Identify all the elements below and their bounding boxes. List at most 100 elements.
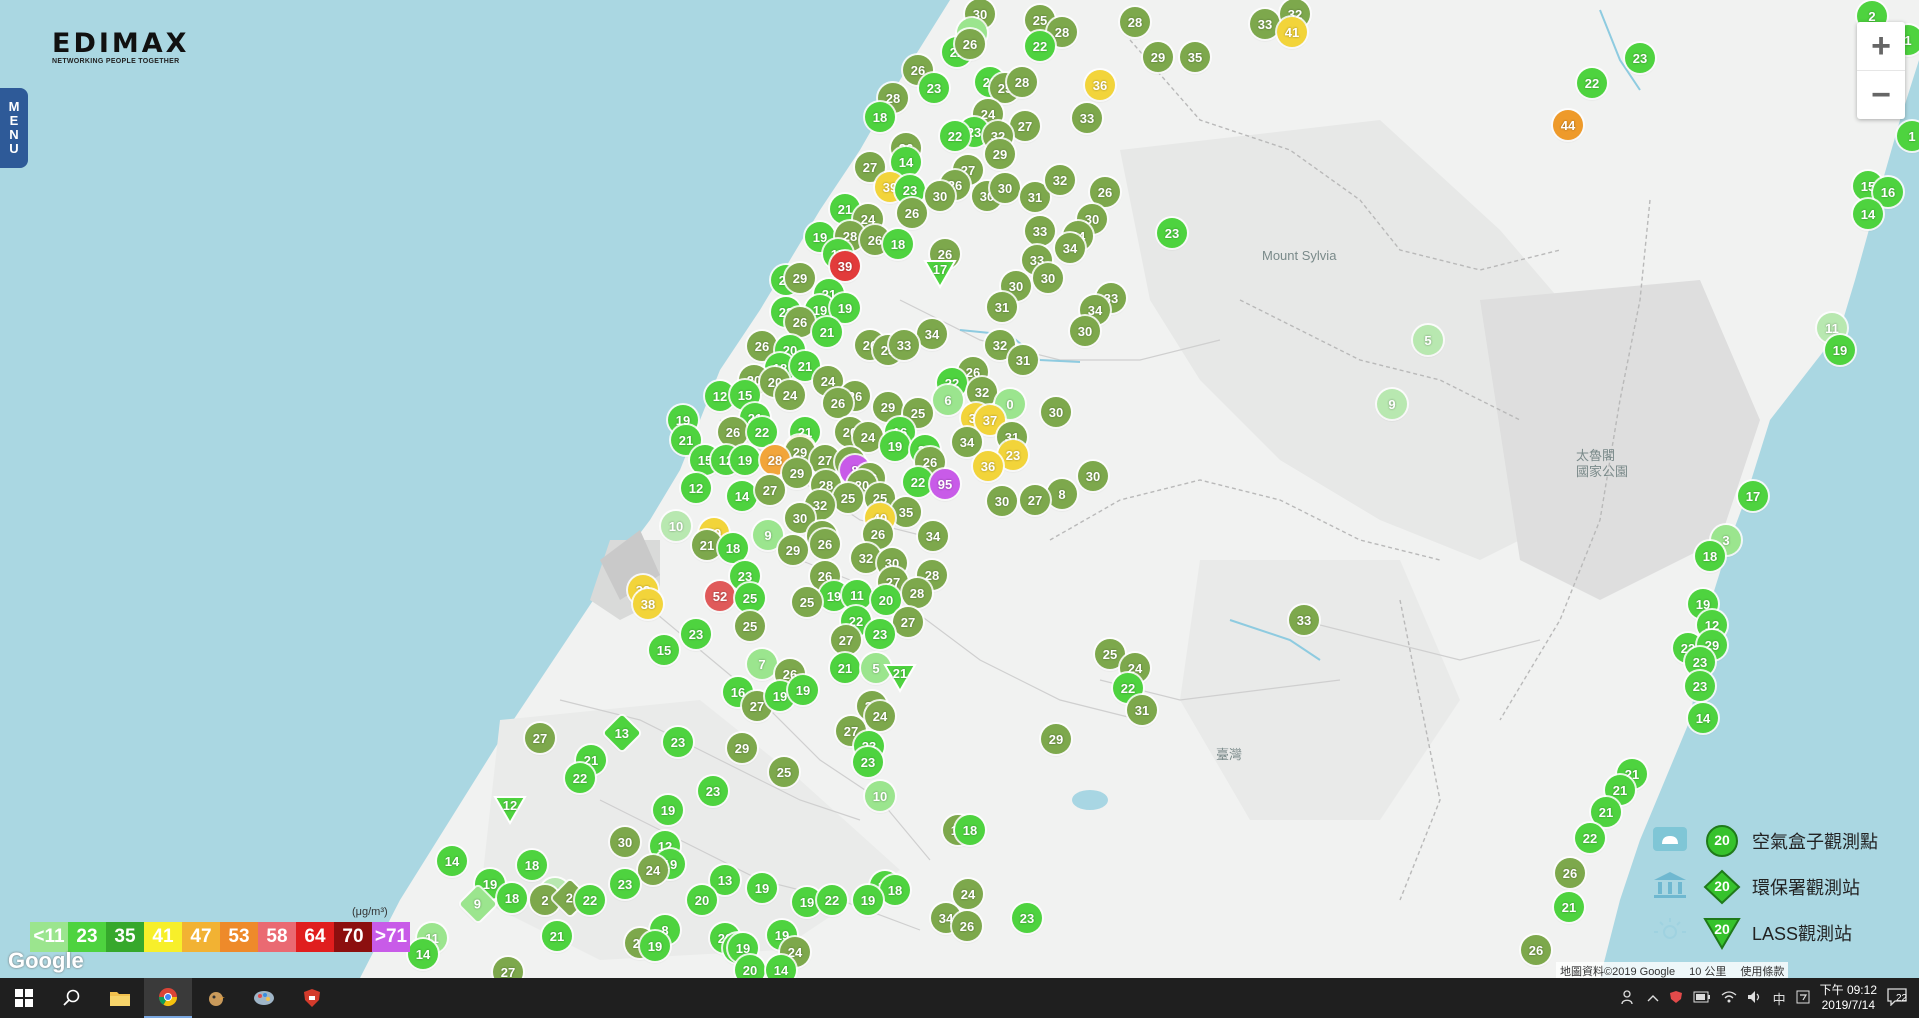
airbox-marker[interactable]: 34 bbox=[917, 319, 947, 349]
people-icon[interactable] bbox=[1620, 989, 1637, 1008]
airbox-marker[interactable]: 30 bbox=[925, 181, 955, 211]
airbox-marker[interactable]: 30 bbox=[987, 486, 1017, 516]
airbox-marker[interactable]: 9 bbox=[1377, 389, 1407, 419]
airbox-marker[interactable]: 27 bbox=[755, 475, 785, 505]
app-icon-paint[interactable] bbox=[240, 978, 288, 1018]
airbox-marker[interactable]: 19 bbox=[788, 675, 818, 705]
airbox-marker[interactable]: 35 bbox=[891, 497, 921, 527]
airbox-marker[interactable]: 20 bbox=[687, 885, 717, 915]
airbox-marker[interactable]: 34 bbox=[918, 521, 948, 551]
file-explorer-icon[interactable] bbox=[96, 978, 144, 1018]
ime-indicator[interactable]: 中 bbox=[1773, 989, 1786, 1008]
airbox-marker[interactable]: 24 bbox=[853, 422, 883, 452]
airbox-marker[interactable]: 18 bbox=[865, 102, 895, 132]
airbox-marker[interactable]: 20 bbox=[735, 955, 765, 978]
airbox-marker[interactable]: 29 bbox=[785, 263, 815, 293]
windows-start-icon[interactable] bbox=[0, 978, 48, 1018]
airbox-marker[interactable]: 19 bbox=[747, 873, 777, 903]
map-canvas[interactable]: Mount Sylvia 太魯閣 國家公園 臺灣 302528283332415… bbox=[0, 0, 1919, 978]
airbox-marker[interactable]: 19 bbox=[880, 431, 910, 461]
airbox-marker[interactable]: 8 bbox=[1047, 479, 1077, 509]
airbox-marker[interactable]: 26 bbox=[785, 307, 815, 337]
airbox-marker[interactable]: 19 bbox=[853, 885, 883, 915]
airbox-marker[interactable]: 25 bbox=[735, 611, 765, 641]
menu-tab[interactable]: MENU bbox=[0, 88, 28, 168]
airbox-marker[interactable]: 23 bbox=[865, 619, 895, 649]
airbox-marker[interactable]: 38 bbox=[633, 589, 663, 619]
airbox-marker[interactable]: 26 bbox=[718, 417, 748, 447]
airbox-marker[interactable]: 22 bbox=[817, 885, 847, 915]
airbox-marker[interactable]: 18 bbox=[880, 875, 910, 905]
airbox-marker[interactable]: 22 bbox=[1575, 823, 1605, 853]
airbox-marker[interactable]: 25 bbox=[769, 757, 799, 787]
airbox-marker[interactable]: 26 bbox=[1090, 177, 1120, 207]
airbox-marker[interactable]: 14 bbox=[437, 846, 467, 876]
airbox-marker[interactable]: 31 bbox=[1127, 695, 1157, 725]
map-terms-link[interactable]: 使用條款 bbox=[1740, 963, 1784, 979]
airbox-marker[interactable]: 36 bbox=[973, 451, 1003, 481]
airbox-marker[interactable]: 34 bbox=[952, 427, 982, 457]
airbox-marker[interactable]: 18 bbox=[1695, 541, 1725, 571]
airbox-marker[interactable]: 33 bbox=[1289, 605, 1319, 635]
airbox-marker[interactable]: 33 bbox=[1025, 216, 1055, 246]
airbox-marker[interactable]: 26 bbox=[952, 911, 982, 941]
airbox-marker[interactable]: 18 bbox=[718, 533, 748, 563]
airbox-marker[interactable]: 30 bbox=[1070, 316, 1100, 346]
airbox-marker[interactable]: 26 bbox=[955, 29, 985, 59]
airbox-marker[interactable]: 26 bbox=[823, 388, 853, 418]
airbox-marker[interactable]: 23 bbox=[1012, 903, 1042, 933]
airbox-marker[interactable]: 23 bbox=[1625, 43, 1655, 73]
airbox-marker[interactable]: 28 bbox=[1007, 67, 1037, 97]
airbox-marker[interactable]: 30 bbox=[1033, 263, 1063, 293]
airbox-marker[interactable]: 21 bbox=[812, 317, 842, 347]
airbox-marker[interactable]: 21 bbox=[542, 921, 572, 951]
airbox-marker[interactable]: 35 bbox=[1180, 42, 1210, 72]
airbox-marker[interactable]: 22 bbox=[747, 417, 777, 447]
airbox-marker[interactable]: 32 bbox=[851, 543, 881, 573]
airbox-marker[interactable]: 33 bbox=[1250, 9, 1280, 39]
airbox-marker[interactable]: 23 bbox=[1685, 671, 1715, 701]
airbox-marker[interactable]: 22 bbox=[940, 121, 970, 151]
airbox-marker[interactable]: 22 bbox=[1577, 68, 1607, 98]
volume-icon[interactable] bbox=[1747, 990, 1763, 1007]
airbox-marker[interactable]: 21 bbox=[1554, 892, 1584, 922]
airbox-marker[interactable]: 17 bbox=[1738, 481, 1768, 511]
airbox-marker[interactable]: 22 bbox=[1025, 31, 1055, 61]
airbox-marker[interactable]: 44 bbox=[1553, 110, 1583, 140]
airbox-marker[interactable]: 18 bbox=[497, 883, 527, 913]
taskbar-clock[interactable]: 下午 09:12 2019/7/14 bbox=[1820, 983, 1877, 1013]
airbox-marker[interactable]: 33 bbox=[889, 330, 919, 360]
battery-icon[interactable] bbox=[1693, 991, 1711, 1006]
airbox-marker[interactable]: 14 bbox=[1853, 199, 1883, 229]
airbox-marker[interactable]: 27 bbox=[1010, 111, 1040, 141]
airbox-marker[interactable]: 24 bbox=[953, 879, 983, 909]
airbox-marker[interactable]: 15 bbox=[649, 635, 679, 665]
notification-center-icon[interactable]: 22 bbox=[1887, 988, 1911, 1008]
app-icon-bird[interactable] bbox=[192, 978, 240, 1018]
airbox-marker[interactable]: 13 bbox=[710, 865, 740, 895]
airbox-marker[interactable]: 6 bbox=[933, 385, 963, 415]
airbox-marker[interactable]: 19 bbox=[1825, 335, 1855, 365]
airbox-marker[interactable]: 24 bbox=[775, 380, 805, 410]
search-icon[interactable] bbox=[48, 978, 96, 1018]
airbox-marker[interactable]: 19 bbox=[730, 445, 760, 475]
airbox-marker[interactable]: 14 bbox=[1688, 703, 1718, 733]
airbox-marker[interactable]: 23 bbox=[853, 747, 883, 777]
airbox-marker[interactable]: 7 bbox=[747, 649, 777, 679]
airbox-marker[interactable]: 23 bbox=[698, 776, 728, 806]
airbox-marker[interactable]: 25 bbox=[792, 587, 822, 617]
lass-station-marker[interactable]: 12 bbox=[493, 795, 527, 825]
airbox-marker[interactable]: 27 bbox=[893, 607, 923, 637]
airbox-marker[interactable]: 34 bbox=[1055, 233, 1085, 263]
airbox-marker[interactable]: 31 bbox=[987, 292, 1017, 322]
airbox-marker[interactable]: 12 bbox=[681, 473, 711, 503]
zoom-in-button[interactable]: + bbox=[1857, 22, 1905, 71]
airbox-marker[interactable]: 26 bbox=[1555, 858, 1585, 888]
airbox-marker[interactable]: 19 bbox=[653, 795, 683, 825]
airbox-marker[interactable]: 1 bbox=[1897, 121, 1919, 151]
airbox-marker[interactable]: 95 bbox=[930, 469, 960, 499]
airbox-marker[interactable]: 24 bbox=[638, 855, 668, 885]
airbox-marker[interactable]: 14 bbox=[766, 955, 796, 978]
airbox-marker[interactable]: 28 bbox=[1120, 7, 1150, 37]
airbox-marker[interactable]: 25 bbox=[735, 583, 765, 613]
